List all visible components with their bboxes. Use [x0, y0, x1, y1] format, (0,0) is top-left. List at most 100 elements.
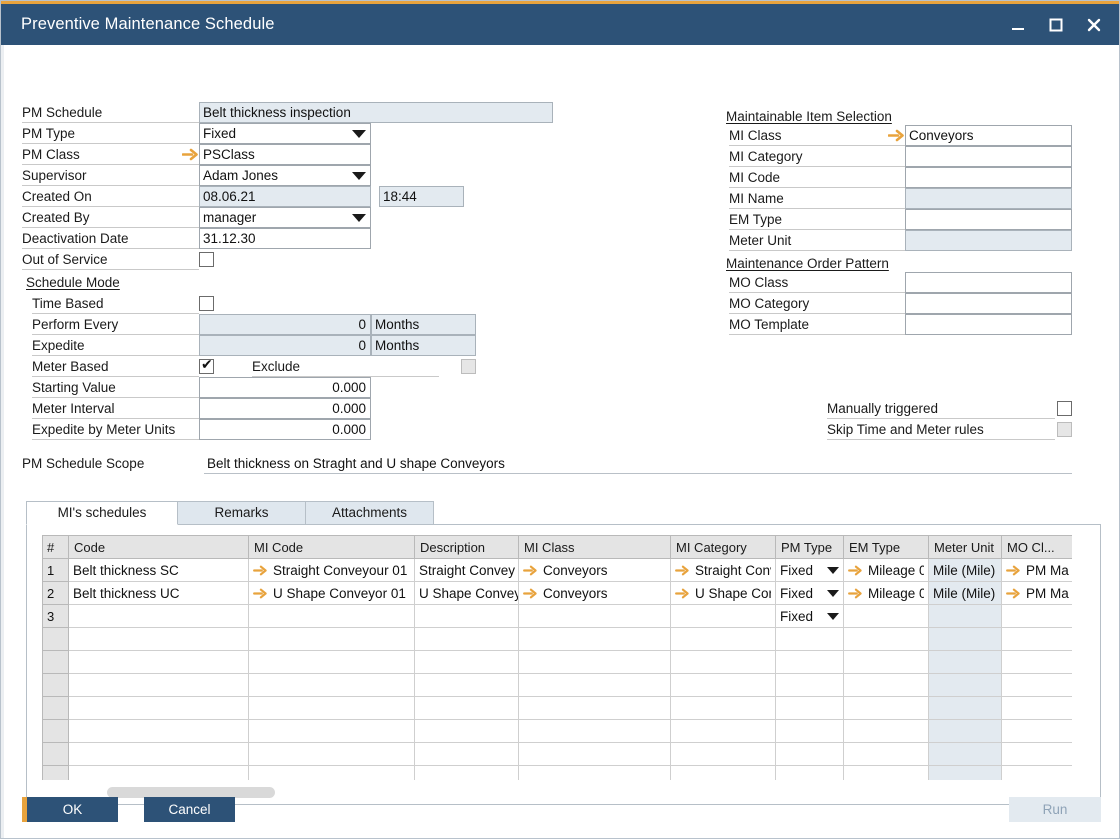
cell-pm-type[interactable] — [776, 720, 844, 743]
cell-mo-class[interactable] — [1002, 743, 1073, 766]
col-header-mi-code[interactable]: MI Code — [249, 536, 415, 559]
pm-schedule-input[interactable]: Belt thickness inspection — [199, 102, 553, 123]
cell-em-type[interactable] — [844, 651, 929, 674]
table-row[interactable] — [43, 743, 1073, 766]
link-arrow-icon[interactable] — [848, 565, 863, 576]
cell-em-type[interactable]: Mileage 01 — [844, 559, 929, 582]
cell-mi-class[interactable] — [519, 766, 671, 781]
table-row[interactable] — [43, 651, 1073, 674]
pm-schedule-scope-input[interactable]: Belt thickness on Straght and U shape Co… — [204, 453, 1072, 474]
cell-mi-category[interactable] — [671, 743, 776, 766]
table-row[interactable] — [43, 674, 1073, 697]
perform-every-unit[interactable]: Months — [371, 314, 476, 335]
manually-triggered-checkbox[interactable] — [1057, 401, 1072, 416]
cell-code[interactable]: Belt thickness UC — [69, 582, 249, 605]
tab-attachments[interactable]: Attachments — [305, 501, 434, 525]
cell-mi-category[interactable] — [671, 651, 776, 674]
created-on-date-input[interactable]: 08.06.21 — [199, 186, 371, 207]
table-row[interactable] — [43, 697, 1073, 720]
cell-description[interactable] — [415, 674, 519, 697]
cell-mi-class[interactable] — [519, 628, 671, 651]
meter-based-checkbox[interactable]: ✔ — [199, 359, 214, 374]
table-row[interactable]: 2 Belt thickness UC U Shape Conveyor 01 … — [43, 582, 1073, 605]
cell-em-type[interactable]: Mileage 01 — [844, 582, 929, 605]
cell-pm-type[interactable] — [776, 628, 844, 651]
chevron-down-icon[interactable] — [827, 613, 839, 620]
expedite-unit[interactable]: Months — [371, 335, 476, 356]
cell-description[interactable] — [415, 697, 519, 720]
table-row[interactable]: 1 Belt thickness SC Straight Conveyour 0… — [43, 559, 1073, 582]
row-index[interactable] — [43, 674, 69, 697]
cell-mi-code[interactable] — [249, 720, 415, 743]
cell-em-type[interactable] — [844, 605, 929, 628]
cell-description[interactable] — [415, 628, 519, 651]
cell-mi-class[interactable] — [519, 651, 671, 674]
cell-description[interactable] — [415, 720, 519, 743]
cell-code[interactable]: Belt thickness SC — [69, 559, 249, 582]
cell-code[interactable] — [69, 628, 249, 651]
row-index[interactable]: 1 — [43, 559, 69, 582]
cell-code[interactable] — [69, 766, 249, 781]
row-index[interactable] — [43, 651, 69, 674]
tab-remarks[interactable]: Remarks — [177, 501, 306, 525]
link-arrow-icon[interactable] — [1006, 565, 1021, 576]
cell-mi-code[interactable]: U Shape Conveyor 01 — [249, 582, 415, 605]
mo-template-input[interactable] — [905, 314, 1072, 335]
link-arrow-icon[interactable] — [675, 565, 690, 576]
cell-mo-class[interactable] — [1002, 605, 1073, 628]
perform-every-input[interactable]: 0 — [199, 314, 371, 335]
link-arrow-icon[interactable] — [253, 565, 268, 576]
col-header-pm-type[interactable]: PM Type — [776, 536, 844, 559]
minimize-icon[interactable] — [999, 4, 1037, 45]
col-header-mi-class[interactable]: MI Class — [519, 536, 671, 559]
row-index[interactable] — [43, 766, 69, 781]
mi-code-input[interactable] — [905, 167, 1072, 188]
cell-code[interactable] — [69, 674, 249, 697]
maximize-icon[interactable] — [1037, 4, 1075, 45]
cell-mi-class[interactable] — [519, 720, 671, 743]
col-header-mi-category[interactable]: MI Category — [671, 536, 776, 559]
cell-mi-code[interactable] — [249, 628, 415, 651]
cell-mo-class[interactable] — [1002, 720, 1073, 743]
cell-mi-category[interactable] — [671, 766, 776, 781]
cancel-button[interactable]: Cancel — [144, 797, 235, 822]
cell-mi-class[interactable] — [519, 743, 671, 766]
chevron-down-icon[interactable] — [827, 567, 839, 574]
pm-type-select[interactable]: Fixed — [199, 123, 371, 144]
starting-value-input[interactable]: 0.000 — [199, 377, 371, 398]
cell-mi-category[interactable] — [671, 697, 776, 720]
col-header-meter-unit[interactable]: Meter Unit — [929, 536, 1002, 559]
cell-mi-category[interactable]: U Shape Conve — [671, 582, 776, 605]
link-arrow-icon[interactable] — [1006, 588, 1021, 599]
cell-mi-category[interactable] — [671, 674, 776, 697]
cell-mi-code[interactable] — [249, 766, 415, 781]
col-header-code[interactable]: Code — [69, 536, 249, 559]
cell-description[interactable] — [415, 605, 519, 628]
cell-pm-type[interactable]: Fixed — [776, 582, 844, 605]
link-arrow-icon[interactable] — [523, 565, 538, 576]
row-index[interactable] — [43, 628, 69, 651]
created-on-time-input[interactable]: 18:44 — [379, 186, 464, 207]
cell-pm-type[interactable]: Fixed — [776, 559, 844, 582]
cell-mi-category[interactable]: Straight Conve — [671, 559, 776, 582]
cell-mi-class[interactable] — [519, 674, 671, 697]
cell-description[interactable] — [415, 743, 519, 766]
cell-mi-code[interactable] — [249, 651, 415, 674]
time-based-checkbox[interactable] — [199, 296, 214, 311]
cell-description[interactable]: U Shape Convey — [415, 582, 519, 605]
cell-description[interactable]: Straight Convey — [415, 559, 519, 582]
link-arrow-icon[interactable] — [523, 588, 538, 599]
expedite-by-meter-units-input[interactable]: 0.000 — [199, 419, 371, 440]
cell-mo-class[interactable] — [1002, 628, 1073, 651]
cell-pm-type[interactable] — [776, 697, 844, 720]
table-row[interactable] — [43, 628, 1073, 651]
cell-mi-class[interactable] — [519, 605, 671, 628]
row-index[interactable] — [43, 743, 69, 766]
cell-em-type[interactable] — [844, 720, 929, 743]
cell-description[interactable] — [415, 651, 519, 674]
mo-class-input[interactable] — [905, 272, 1072, 293]
mis-schedules-grid[interactable]: # Code MI Code Description MI Class MI C… — [42, 535, 1072, 780]
cell-mi-category[interactable] — [671, 720, 776, 743]
created-by-select[interactable]: manager — [199, 207, 371, 228]
cell-mi-code[interactable] — [249, 697, 415, 720]
